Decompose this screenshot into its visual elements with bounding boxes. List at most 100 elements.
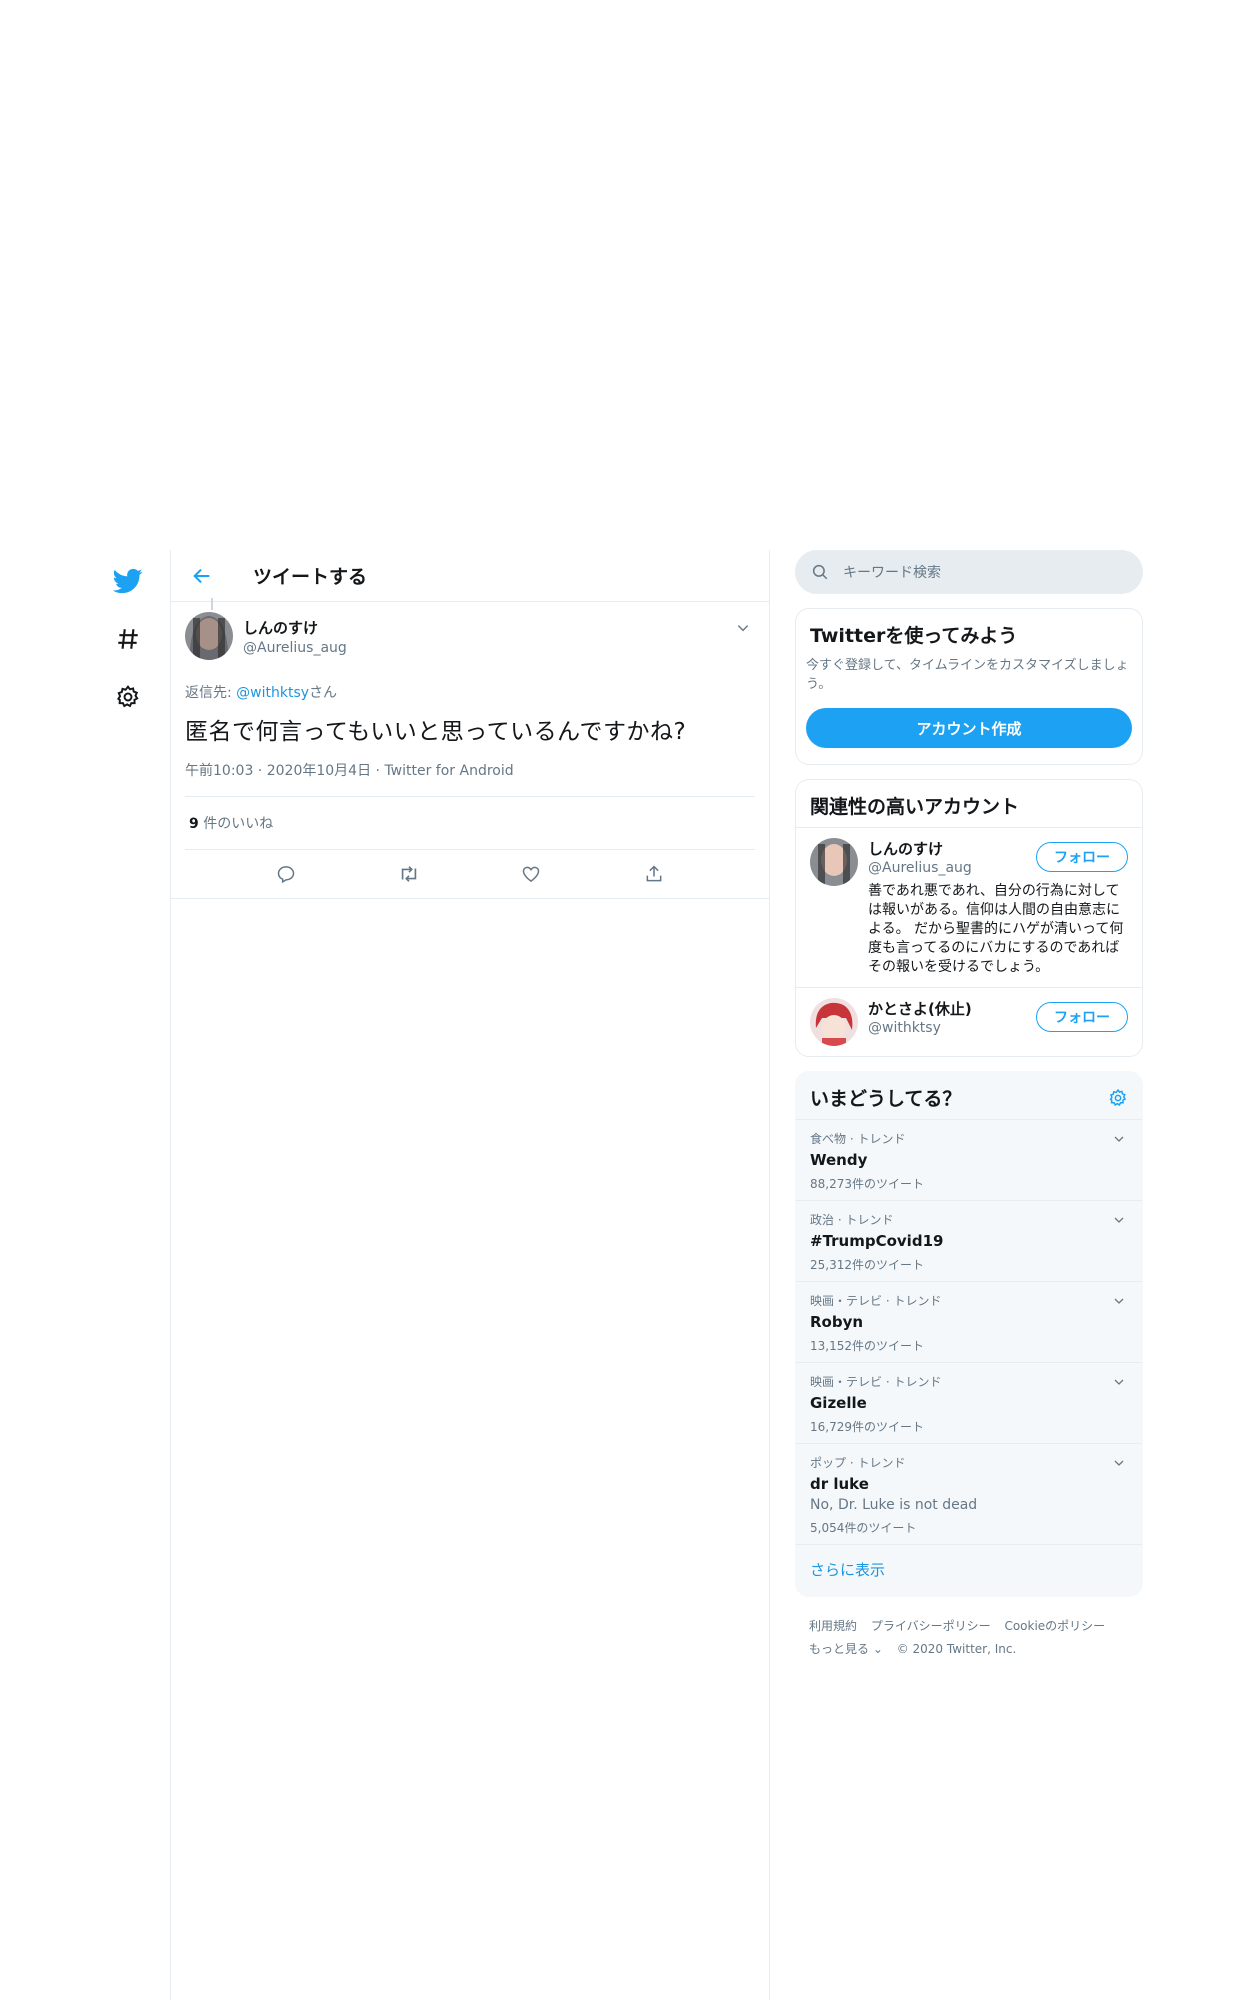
related-title: 関連性の高いアカウント xyxy=(810,796,1020,818)
trend-context: 映画・テレビ · トレンド xyxy=(810,1294,942,1308)
trend-count: 25,312件のツイート xyxy=(810,1258,924,1272)
follow-button[interactable]: フォロー xyxy=(1036,842,1128,872)
footer-copyright: © 2020 Twitter, Inc. xyxy=(896,1642,1017,1656)
trend-context: ポップ · トレンド xyxy=(810,1456,906,1470)
share-icon xyxy=(646,865,662,882)
tweet-date[interactable]: 2020年10月4日 xyxy=(267,763,371,779)
reply-suffix: さん xyxy=(309,685,338,701)
footer-links: 利用規約 プライバシーポリシー Cookieのポリシー もっと見る ⌄ © 20… xyxy=(795,1597,1143,1679)
trend-menu-button[interactable] xyxy=(1110,1454,1128,1472)
main-column: ツイートする しんのすけ @Aurelius_aug 返信先: @withkts… xyxy=(170,550,770,2000)
hashtag-icon xyxy=(118,629,138,649)
tweet-meta: 午前10:03 · 2020年10月4日 · Twitter for Andro… xyxy=(185,760,755,797)
page-title: ツイートする xyxy=(253,566,368,588)
likes-stat[interactable]: 9 件のいいね xyxy=(185,797,755,850)
author-handle[interactable]: @Aurelius_aug xyxy=(243,640,347,656)
chevron-down-icon xyxy=(1114,1460,1124,1466)
settings-gear-icon[interactable] xyxy=(1108,1088,1128,1108)
trend-name: Robyn xyxy=(810,1313,864,1331)
chevron-down-icon xyxy=(1114,1136,1124,1142)
meta-separator-1: · xyxy=(253,763,267,779)
arrow-left-icon xyxy=(193,568,210,583)
share-button[interactable] xyxy=(637,857,671,891)
trend-item[interactable]: 映画・テレビ · トレンド Gizelle 16,729件のツイート xyxy=(796,1362,1142,1443)
trend-name: dr luke xyxy=(810,1475,869,1493)
related-accounts-card: 関連性の高いアカウント しんのすけ @Aurelius_aug 善であれ悪であれ… xyxy=(795,779,1143,1057)
footer-terms-link[interactable]: 利用規約 xyxy=(809,1619,857,1633)
avatar-image xyxy=(810,838,858,886)
related-account[interactable]: しんのすけ @Aurelius_aug 善であれ悪であれ、自分の行為に対しては報… xyxy=(796,827,1142,987)
trend-menu-button[interactable] xyxy=(1110,1292,1128,1310)
main-header: ツイートする xyxy=(171,550,769,602)
footer-cookie-link[interactable]: Cookieのポリシー xyxy=(1004,1619,1105,1633)
avatar[interactable] xyxy=(185,612,233,660)
settings-button[interactable] xyxy=(100,668,156,726)
chevron-down-icon xyxy=(737,625,749,632)
footer-privacy-link[interactable]: プライバシーポリシー xyxy=(871,1619,991,1633)
signup-title: Twitterを使ってみよう xyxy=(810,625,1018,647)
reply-to-line: 返信先: @withktsyさん xyxy=(185,682,755,702)
trend-menu-button[interactable] xyxy=(1110,1211,1128,1229)
trend-item[interactable]: 政治 · トレンド #TrumpCovid19 25,312件のツイート xyxy=(796,1200,1142,1281)
like-button[interactable] xyxy=(514,857,548,891)
heart-icon xyxy=(522,866,540,882)
create-account-button[interactable]: アカウント作成 xyxy=(806,708,1132,748)
trend-count: 5,054件のツイート xyxy=(810,1521,917,1535)
trend-count: 88,273件のツイート xyxy=(810,1177,924,1191)
trend-count: 16,729件のツイート xyxy=(810,1420,924,1434)
footer-more-link[interactable]: もっと見る ⌄ xyxy=(809,1642,883,1656)
trends-card: いまどうしてる？ 食べ物 · トレンド Wendy 88,273件のツイート 政… xyxy=(795,1071,1143,1597)
divider xyxy=(171,898,769,899)
trend-context: 映画・テレビ · トレンド xyxy=(810,1375,942,1389)
reply-mention-link[interactable]: @withktsy xyxy=(236,685,309,701)
trend-menu-button[interactable] xyxy=(1110,1130,1128,1148)
account-bio: 善であれ悪であれ、自分の行為に対しては報いがある。信仰は人間の自由意志による。 … xyxy=(868,883,1124,975)
trend-item[interactable]: ポップ · トレンド dr luke No, Dr. Luke is not d… xyxy=(796,1443,1142,1544)
trend-item[interactable]: 食べ物 · トレンド Wendy 88,273件のツイート xyxy=(796,1119,1142,1200)
avatar[interactable] xyxy=(810,998,858,1046)
trend-context: 政治 · トレンド xyxy=(810,1213,894,1227)
trends-title: いまどうしてる？ xyxy=(810,1088,962,1110)
author-names: しんのすけ @Aurelius_aug xyxy=(243,617,347,656)
reply-button[interactable] xyxy=(269,857,303,891)
retweet-icon xyxy=(401,866,416,882)
meta-separator-2: · xyxy=(371,763,385,779)
trend-name: Wendy xyxy=(810,1151,868,1169)
search-icon xyxy=(812,564,828,580)
trends-header: いまどうしてる？ xyxy=(796,1072,1142,1119)
tweet-menu-button[interactable] xyxy=(731,616,755,640)
tweet-actions xyxy=(185,850,755,898)
retweet-button[interactable] xyxy=(392,857,426,891)
trend-description: No, Dr. Luke is not dead xyxy=(810,1497,978,1513)
home-logo-button[interactable] xyxy=(100,552,156,610)
search-box[interactable]: キーワード検索 xyxy=(795,550,1143,594)
avatar-image xyxy=(810,998,858,1046)
author-display-name[interactable]: しんのすけ xyxy=(243,617,347,638)
twitter-bird-icon xyxy=(113,568,143,594)
avatar[interactable] xyxy=(810,838,858,886)
reply-prefix: 返信先: xyxy=(185,685,237,701)
trend-item[interactable]: 映画・テレビ · トレンド Robyn 13,152件のツイート xyxy=(796,1281,1142,1362)
tweet-text: 匿名で何言ってもいいと思っているんですかね? xyxy=(185,719,687,745)
trend-menu-button[interactable] xyxy=(1110,1373,1128,1391)
trend-context: 食べ物 · トレンド xyxy=(810,1132,906,1146)
show-more-link[interactable]: さらに表示 xyxy=(796,1544,1142,1596)
signup-card: Twitterを使ってみよう 今すぐ登録して、タイムラインをカスタマイズしましょ… xyxy=(795,608,1143,765)
tweet-source[interactable]: Twitter for Android xyxy=(384,763,513,779)
likes-label: 件のいいね xyxy=(198,816,274,832)
explore-button[interactable] xyxy=(100,610,156,668)
back-button[interactable] xyxy=(185,559,219,593)
tweet-detail: しんのすけ @Aurelius_aug 返信先: @withktsyさん 匿名で… xyxy=(171,598,769,899)
related-account[interactable]: かとさよ(休止) @withktsy フォロー xyxy=(796,987,1142,1056)
right-sidebar: キーワード検索 Twitterを使ってみよう 今すぐ登録して、タイムラインをカス… xyxy=(795,550,1143,1679)
trend-count: 13,152件のツイート xyxy=(810,1339,924,1353)
tweet-time[interactable]: 午前10:03 xyxy=(185,763,253,779)
tweet-author-row: しんのすけ @Aurelius_aug xyxy=(185,612,755,666)
chevron-down-icon xyxy=(1114,1217,1124,1223)
follow-button[interactable]: フォロー xyxy=(1036,1002,1128,1032)
chevron-down-icon xyxy=(1114,1379,1124,1385)
thread-connector xyxy=(211,598,213,610)
reply-icon xyxy=(277,866,295,884)
settings-gear-icon xyxy=(117,685,139,708)
avatar-image xyxy=(185,612,233,660)
